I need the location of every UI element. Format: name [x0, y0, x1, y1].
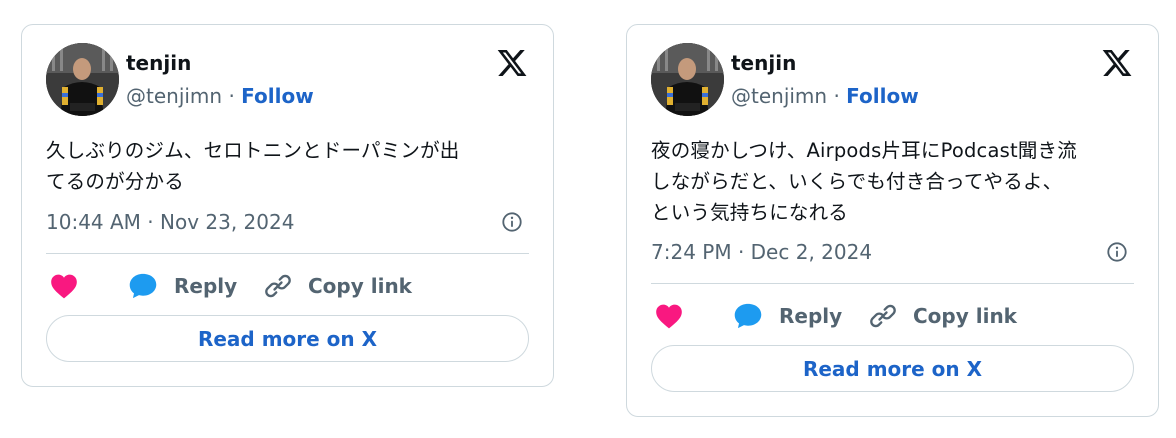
separator-dot: ·: [827, 84, 847, 108]
action-bar: Reply Copy link: [46, 269, 526, 303]
read-more-button[interactable]: Read more on X: [651, 345, 1134, 392]
heart-icon[interactable]: [50, 273, 78, 299]
action-bar: Reply Copy link: [651, 299, 1131, 333]
tweet-card: tenjin @tenjimn · Follow 夜の寝かしつけ、Airpods…: [626, 24, 1159, 417]
divider: [651, 283, 1134, 284]
separator-dot: ·: [222, 84, 242, 108]
follow-link[interactable]: Follow: [241, 84, 314, 108]
heart-icon[interactable]: [655, 303, 683, 329]
avatar[interactable]: [46, 43, 119, 116]
info-icon[interactable]: [501, 211, 523, 233]
copy-link-button[interactable]: Copy link: [869, 299, 1017, 333]
copy-link-button[interactable]: Copy link: [264, 269, 412, 303]
reply-label: Reply: [779, 304, 843, 328]
author-handle[interactable]: @tenjimn: [731, 84, 827, 108]
x-logo-icon[interactable]: [496, 47, 528, 79]
tweet-text: 久しぶりのジム、セロトニンとドーパミンが出 てるのが分かる: [46, 139, 460, 193]
read-more-button[interactable]: Read more on X: [46, 315, 529, 362]
author-name[interactable]: tenjin: [126, 51, 191, 75]
tweet-timestamp[interactable]: 7:24 PM · Dec 2, 2024: [651, 239, 872, 265]
x-logo-icon[interactable]: [1101, 47, 1133, 79]
reply-button[interactable]: Reply: [128, 269, 237, 303]
author-handle-row: @tenjimn · Follow: [126, 83, 314, 109]
info-icon[interactable]: [1106, 241, 1128, 263]
tweet-timestamp[interactable]: 10:44 AM · Nov 23, 2024: [46, 209, 294, 235]
author-handle[interactable]: @tenjimn: [126, 84, 222, 108]
tweet-text: 夜の寝かしつけ、Airpods片耳にPodcast聞き流 しながらだと、いくらで…: [651, 139, 1077, 224]
reply-label: Reply: [174, 274, 238, 298]
divider: [46, 253, 529, 254]
link-icon: [870, 304, 896, 328]
link-icon: [265, 274, 291, 298]
reply-bubble-icon: [129, 273, 157, 299]
follow-link[interactable]: Follow: [846, 84, 919, 108]
reply-button[interactable]: Reply: [733, 299, 842, 333]
author-name[interactable]: tenjin: [731, 51, 796, 75]
copy-link-label: Copy link: [913, 304, 1017, 328]
author-handle-row: @tenjimn · Follow: [731, 83, 919, 109]
avatar[interactable]: [651, 43, 724, 116]
reply-bubble-icon: [734, 303, 762, 329]
copy-link-label: Copy link: [308, 274, 412, 298]
tweet-card: tenjin @tenjimn · Follow 久しぶりのジム、セロトニンとド…: [21, 24, 554, 387]
